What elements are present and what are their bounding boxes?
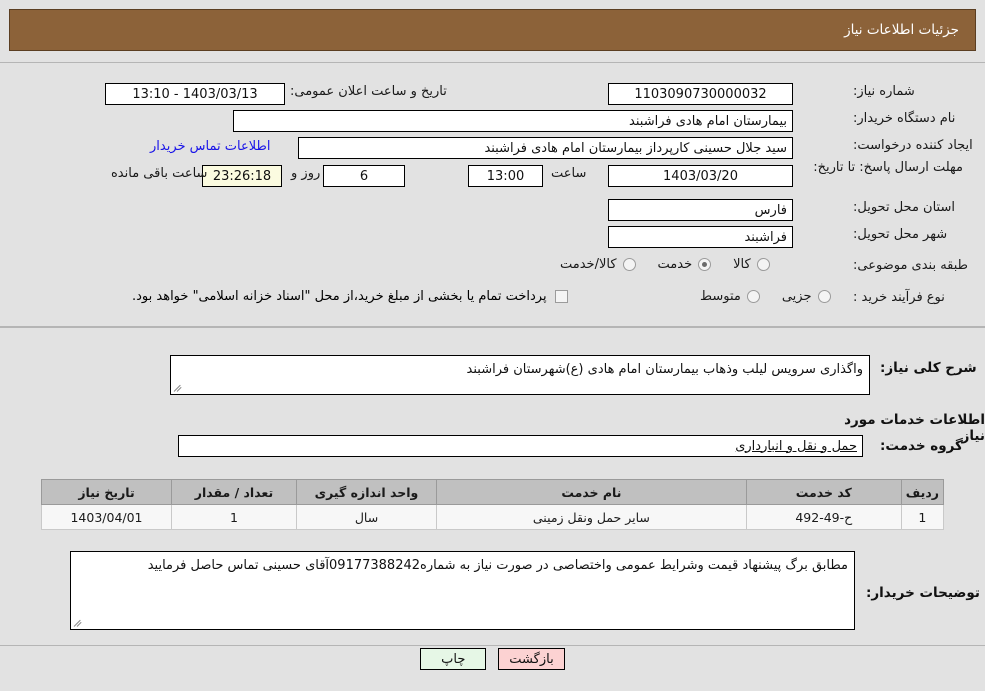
radio-khedmat-icon[interactable] [698, 258, 712, 271]
process-radio-group: جزیی متوسط [700, 289, 831, 304]
table-row: 1 ح-49-492 سایر حمل ونقل زمینی سال 1 140… [41, 504, 945, 530]
services-table: ردیف کد خدمت نام خدمت واحد اندازه گیری ت… [41, 479, 945, 530]
category-label-row: طبقه بندی موضوعی: [853, 258, 968, 273]
category-option-kala-khedmat-label: کالا/خدمت [560, 257, 617, 272]
announce-datetime-value: 1403/03/13 - 13:10 [105, 83, 285, 105]
treasury-checkbox-label: پرداخت تمام یا بخشی از مبلغ خرید،از محل … [132, 289, 547, 304]
radio-kala-khedmat-icon[interactable] [622, 258, 636, 271]
process-label: نوع فرآیند خرید : [853, 290, 945, 305]
col-unit: واحد اندازه گیری [296, 479, 437, 505]
cell-radif: 1 [900, 504, 945, 530]
announce-datetime-label-row: تاریخ و ساعت اعلان عمومی: [290, 84, 447, 99]
action-buttons: بازگشت چاپ [0, 648, 985, 670]
page-root: ArtaTender.net جزئیات اطلاعات نیاز شماره… [0, 0, 985, 691]
need-number-value: 1103090730000032 [608, 83, 793, 105]
process-label-row: نوع فرآیند خرید : [853, 290, 945, 305]
requester-label-row: ایجاد کننده درخواست: [853, 138, 973, 153]
need-number-label-row: شماره نیاز: [853, 84, 915, 99]
category-radio-group: کالا خدمت کالا/خدمت [560, 257, 770, 272]
buyer-org-label-row: نام دستگاه خریدار: [853, 111, 955, 126]
cell-code: ح-49-492 [745, 504, 902, 530]
remaining-days-label-row: روز و [285, 166, 326, 181]
remaining-time-label: ساعت باقی مانده [111, 166, 208, 181]
buyer-contact-link-row[interactable]: اطلاعات تماس خریدار [150, 139, 270, 154]
category-option-kala-label: کالا [733, 257, 751, 272]
province-label-row: استان محل تحویل: [853, 200, 955, 215]
requester-value: سید جلال حسینی کارپرداز بیمارستان امام ه… [298, 137, 793, 159]
radio-jozei-icon[interactable] [817, 290, 831, 303]
buyer-notes-textarea[interactable]: مطابق برگ پیشنهاد قیمت وشرایط عمومی واخت… [70, 551, 855, 630]
col-radif: ردیف [900, 479, 945, 505]
service-group-label: گروه خدمت: [880, 438, 963, 454]
city-value: فراشبند [608, 226, 793, 248]
category-option-kala-khedmat[interactable]: کالا/خدمت [560, 257, 636, 272]
window-title-bar: جزئیات اطلاعات نیاز [9, 9, 976, 51]
radio-kala-icon[interactable] [756, 258, 770, 271]
city-label-row: شهر محل تحویل: [853, 227, 947, 242]
deadline-hour-value: 13:00 [468, 165, 543, 187]
need-description-label: شرح کلی نیاز: [880, 360, 977, 376]
need-description-value: واگذاری سرویس لیلب وذهاب بیمارستان امام … [466, 362, 863, 377]
province-label: استان محل تحویل: [853, 200, 955, 215]
province-value: فارس [608, 199, 793, 221]
process-option-jozei-label: جزیی [781, 289, 812, 304]
treasury-checkbox-icon[interactable] [554, 290, 568, 303]
need-number-label: شماره نیاز: [853, 84, 915, 99]
col-code: کد خدمت [745, 479, 902, 505]
resize-grip-icon[interactable] [173, 381, 185, 393]
radio-motavasset-icon[interactable] [746, 290, 760, 303]
deadline-label-row: مهلت ارسال پاسخ: تا تاریخ: [813, 158, 963, 175]
buyer-org-label: نام دستگاه خریدار: [853, 111, 956, 126]
buyer-contact-link[interactable]: اطلاعات تماس خریدار [150, 139, 270, 154]
cell-need-date: 1403/04/01 [41, 504, 172, 530]
need-description-textarea[interactable]: واگذاری سرویس لیلب وذهاب بیمارستان امام … [170, 355, 870, 395]
process-option-jozei[interactable]: جزیی [782, 289, 831, 304]
deadline-hour-label-row: ساعت [545, 166, 592, 181]
col-need-date: تاریخ نیاز [41, 479, 172, 505]
treasury-checkbox-row[interactable]: پرداخت تمام یا بخشی از مبلغ خرید،از محل … [132, 289, 568, 304]
deadline-hour-label: ساعت [551, 166, 587, 181]
process-option-motavasset-label: متوسط [700, 289, 741, 304]
back-button[interactable]: بازگشت [498, 648, 565, 670]
category-option-kala[interactable]: کالا [733, 257, 770, 272]
buyer-org-value: بیمارستان امام هادی فراشبند [233, 110, 793, 132]
cell-quantity: 1 [171, 504, 297, 530]
deadline-label: مهلت ارسال پاسخ: تا تاریخ: [813, 160, 963, 175]
col-quantity: تعداد / مقدار [171, 479, 297, 505]
process-option-motavasset[interactable]: متوسط [700, 289, 760, 304]
requester-label: ایجاد کننده درخواست: [853, 138, 973, 153]
remaining-time-value: 23:26:18 [202, 165, 282, 187]
buyer-notes-label: توضیحات خریدار: [866, 585, 980, 601]
page-title: جزئیات اطلاعات نیاز [844, 22, 959, 38]
cell-name: سایر حمل ونقل زمینی [436, 504, 747, 530]
footer-divider [0, 645, 985, 647]
category-label: طبقه بندی موضوعی: [853, 258, 969, 273]
cell-unit: سال [296, 504, 437, 530]
remaining-days-value: 6 [323, 165, 405, 187]
deadline-date-value: 1403/03/20 [608, 165, 793, 187]
buyer-notes-value: مطابق برگ پیشنهاد قیمت وشرایط عمومی واخت… [147, 558, 848, 573]
resize-grip-icon[interactable] [73, 616, 85, 628]
service-group-value[interactable]: حمل و نقل و انبارداری [735, 439, 857, 454]
announce-datetime-label: تاریخ و ساعت اعلان عمومی: [290, 84, 447, 99]
table-header-row: ردیف کد خدمت نام خدمت واحد اندازه گیری ت… [41, 479, 945, 505]
category-option-khedmat[interactable]: خدمت [658, 257, 712, 272]
city-label: شهر محل تحویل: [853, 227, 948, 242]
remaining-days-label: روز و [291, 166, 321, 181]
category-option-khedmat-label: خدمت [657, 257, 693, 272]
remaining-time-label-row: ساعت باقی مانده [105, 166, 213, 181]
col-name: نام خدمت [436, 479, 747, 505]
print-button[interactable]: چاپ [420, 648, 487, 670]
